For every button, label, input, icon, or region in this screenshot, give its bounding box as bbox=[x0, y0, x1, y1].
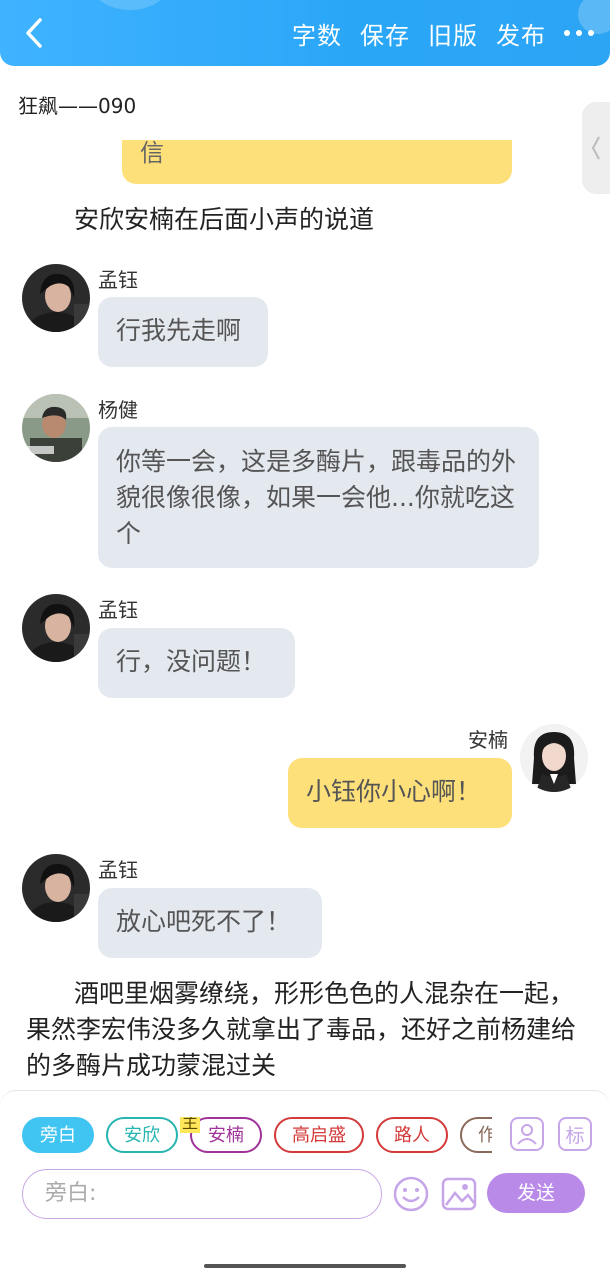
old-version-button[interactable]: 旧版 bbox=[428, 16, 478, 51]
speaker-name: 安楠 bbox=[468, 728, 508, 752]
more-icon[interactable] bbox=[556, 18, 602, 48]
message-bubble[interactable]: 信 bbox=[122, 140, 512, 184]
publish-button[interactable]: 发布 bbox=[496, 16, 546, 51]
role-chip-anxin[interactable]: 安欣 bbox=[106, 1117, 178, 1153]
message-bubble[interactable]: 你等一会，这是多酶片，跟毒品的外貌很像很像，如果一会他...你就吃这个 bbox=[98, 427, 539, 568]
emoji-icon[interactable] bbox=[392, 1175, 430, 1213]
avatar-annan[interactable] bbox=[520, 724, 588, 792]
message-bubble[interactable]: 行我先走啊 bbox=[98, 297, 268, 367]
header-decoration bbox=[92, 0, 168, 10]
role-chip-passerby[interactable]: 路人 bbox=[376, 1117, 448, 1153]
role-chip-narration[interactable]: 旁白 bbox=[22, 1117, 94, 1153]
word-count-button[interactable]: 字数 bbox=[292, 16, 342, 51]
role-chip-annan[interactable]: 主安楠 bbox=[180, 1117, 262, 1153]
save-button[interactable]: 保存 bbox=[360, 16, 410, 51]
avatar-yangjian[interactable] bbox=[22, 394, 90, 462]
message-input[interactable]: 旁白: bbox=[22, 1169, 382, 1219]
send-button[interactable]: 发送 bbox=[487, 1173, 585, 1213]
message-bubble[interactable]: 行，没问题！ bbox=[98, 628, 295, 698]
speaker-name: 孟钰 bbox=[98, 268, 138, 292]
role-selector[interactable]: 旁白 安欣主安楠 高启盛 路人作 bbox=[22, 1117, 492, 1157]
main-character-badge: 主 bbox=[180, 1117, 201, 1133]
image-icon[interactable] bbox=[440, 1175, 478, 1213]
chapter-title: 狂飙——090 bbox=[18, 94, 137, 118]
speaker-name: 孟钰 bbox=[98, 598, 138, 622]
message-bubble[interactable]: 放心吧死不了！ bbox=[98, 888, 322, 958]
mark-button[interactable]: 标 bbox=[558, 1117, 592, 1151]
top-bar: 字数 保存 旧版 发布 bbox=[0, 0, 610, 66]
message-bubble[interactable]: 小钰你小心啊！ bbox=[288, 758, 512, 828]
narration-text[interactable]: 酒吧里烟雾缭绕，形形色色的人混杂在一起，果然李宏伟没多久就拿出了毒品，还好之前杨… bbox=[26, 976, 586, 1084]
chat-area[interactable]: 信 安欣安楠在后面小声的说道 孟钰 行我先走啊 杨健 你等一会，这是多酶片，跟毒… bbox=[0, 140, 610, 1090]
avatar-mengyu[interactable] bbox=[22, 854, 90, 922]
role-chip-label: 安楠 bbox=[208, 1125, 244, 1146]
avatar-mengyu[interactable] bbox=[22, 264, 90, 332]
role-chip-author[interactable]: 作 bbox=[460, 1117, 492, 1153]
back-arrow-icon[interactable] bbox=[18, 16, 52, 50]
speaker-name: 杨健 bbox=[98, 398, 138, 422]
role-manage-icon[interactable] bbox=[510, 1117, 544, 1151]
composer-panel: 旁白 安欣主安楠 高启盛 路人作 标 旁白: 发送 bbox=[0, 1090, 610, 1281]
narration-text[interactable]: 安欣安楠在后面小声的说道 bbox=[74, 202, 374, 238]
role-chip-gaoqisheng[interactable]: 高启盛 bbox=[274, 1117, 364, 1153]
home-indicator bbox=[204, 1264, 406, 1268]
avatar-mengyu[interactable] bbox=[22, 594, 90, 662]
speaker-name: 孟钰 bbox=[98, 858, 138, 882]
